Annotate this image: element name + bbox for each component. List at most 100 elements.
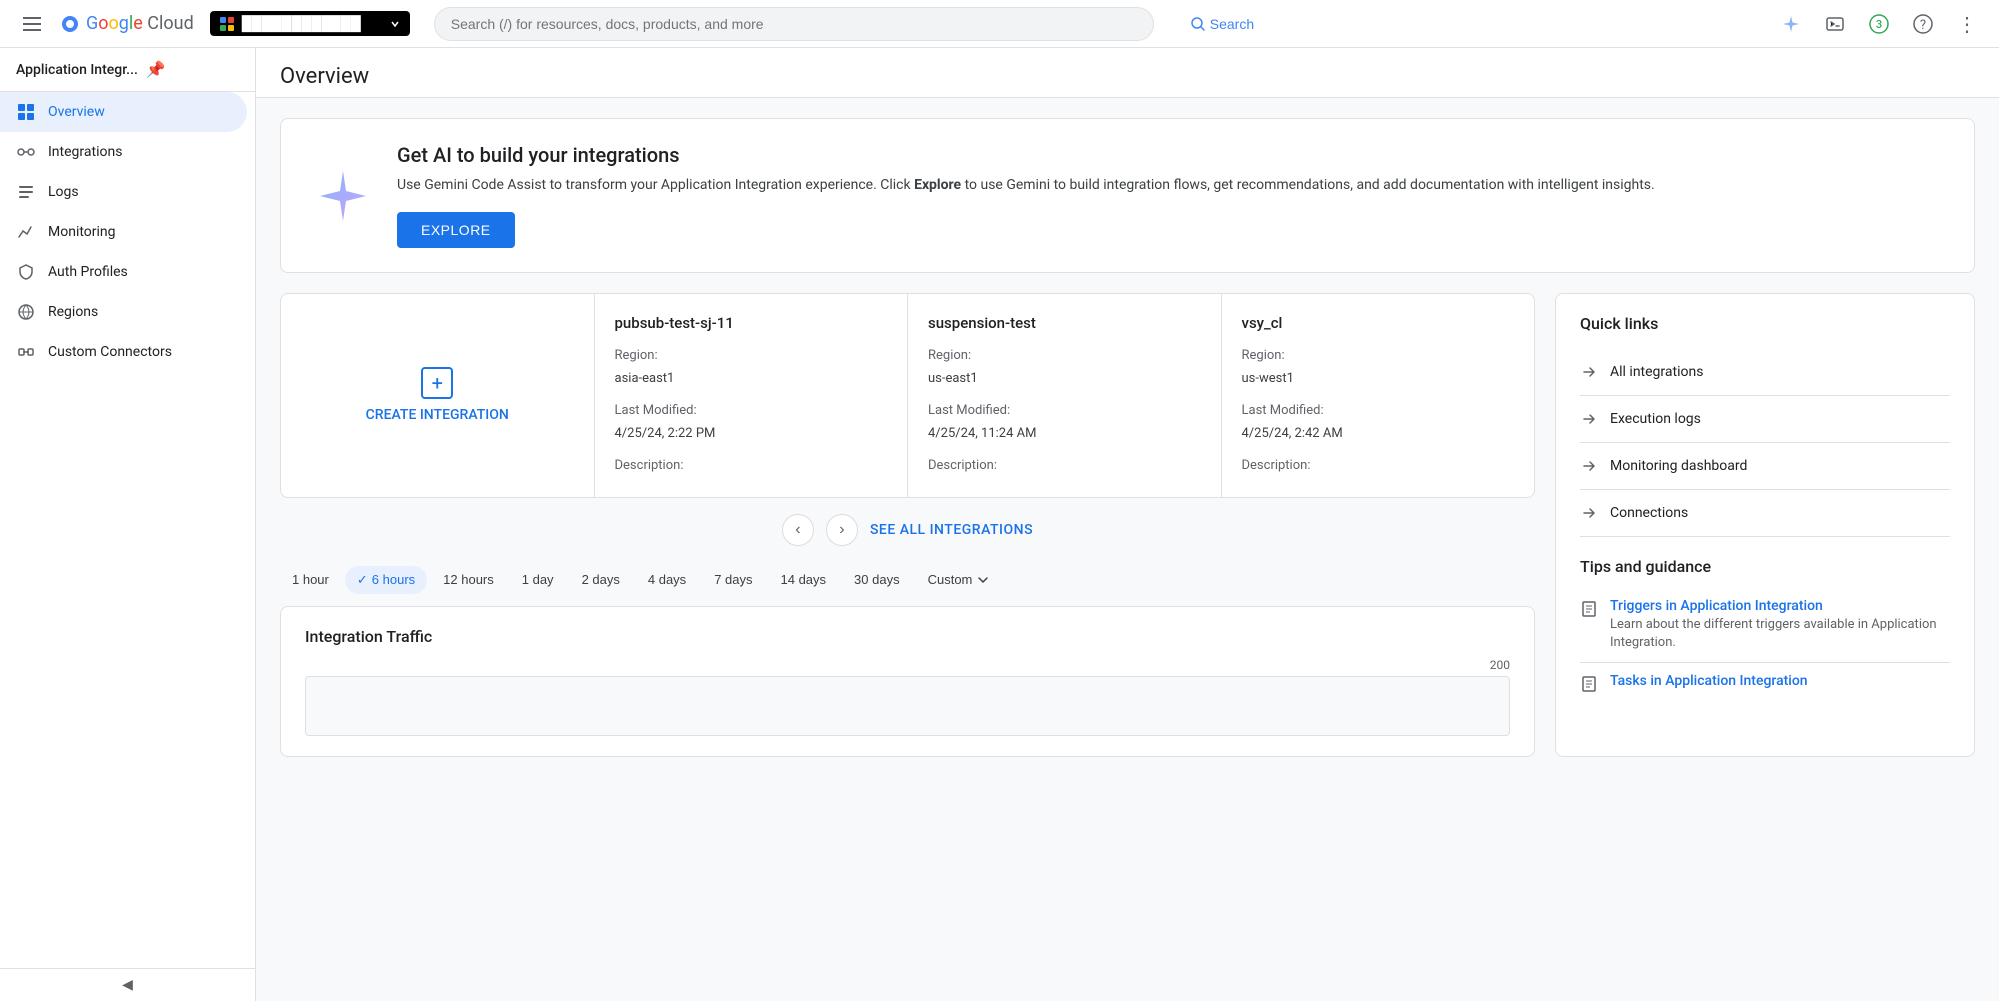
gemini-star-icon (313, 166, 373, 226)
sidebar-item-integrations[interactable]: Integrations (0, 132, 247, 172)
sidebar-item-overview[interactable]: Overview (0, 92, 247, 132)
sidebar-item-auth-profiles[interactable]: Auth Profiles (0, 252, 247, 292)
create-integration-label: CREATE INTEGRATION (366, 407, 509, 423)
svg-text:3: 3 (1876, 18, 1882, 31)
time-filter-12hours[interactable]: 12 hours (431, 566, 506, 593)
arrow-right-icon-1 (1580, 410, 1598, 428)
help-icon: ? (1913, 14, 1933, 34)
menu-icon[interactable] (12, 4, 52, 44)
integration-title-1: suspension-test (928, 314, 1201, 332)
svg-text:?: ? (1920, 18, 1926, 33)
time-filter-30days[interactable]: 30 days (842, 566, 912, 593)
topbar-right: 3 ? ⋮ (1771, 4, 1987, 44)
integrations-label: Integrations (48, 144, 122, 160)
auth-profiles-icon (16, 262, 36, 282)
next-page-button[interactable]: › (826, 514, 858, 546)
page-title: Overview (280, 64, 369, 89)
quick-links-title: Quick links (1580, 314, 1950, 333)
regions-icon (16, 302, 36, 322)
search-icon (1190, 16, 1206, 32)
integration-meta-2: Region:us-west1 Last Modified:4/25/24, 2… (1242, 344, 1515, 477)
more-menu-button[interactable]: ⋮ (1947, 4, 1987, 44)
time-filter-1hour[interactable]: 1 hour (280, 566, 341, 593)
quick-link-execution-logs[interactable]: Execution logs (1580, 396, 1950, 443)
terminal-button[interactable] (1815, 4, 1855, 44)
notifications-icon: 3 (1869, 14, 1889, 34)
see-all-integrations-link[interactable]: SEE ALL INTEGRATIONS (870, 522, 1033, 538)
logo-text: Google Cloud (86, 13, 194, 34)
sidebar-header: Application Integr... 📌 (0, 48, 255, 92)
create-integration-icon: + (421, 367, 453, 399)
document-icon-0 (1580, 600, 1598, 652)
google-cloud-logo[interactable]: Google Cloud (60, 13, 194, 34)
tip-item-0[interactable]: Triggers in Application Integration Lear… (1580, 588, 1950, 663)
gemini-button[interactable] (1771, 4, 1811, 44)
custom-connectors-label: Custom Connectors (48, 344, 172, 360)
arrow-right-icon-2 (1580, 457, 1598, 475)
logs-label: Logs (48, 184, 79, 200)
arrow-right-icon-0 (1580, 363, 1598, 381)
time-filter-4days[interactable]: 4 days (636, 566, 698, 593)
time-filter-custom[interactable]: Custom (916, 566, 1003, 593)
cards-section: + CREATE INTEGRATION pubsub-test-sj-11 R… (280, 293, 1535, 757)
overview-label: Overview (48, 104, 105, 120)
integration-title-2: vsy_cl (1242, 314, 1515, 332)
regions-label: Regions (48, 304, 98, 320)
sidebar: Application Integr... 📌 Overview (0, 48, 256, 1001)
prev-page-button[interactable]: ‹ (782, 514, 814, 546)
quick-link-monitoring-dashboard[interactable]: Monitoring dashboard (1580, 443, 1950, 490)
integrations-icon (16, 142, 36, 162)
integration-cards-row: + CREATE INTEGRATION pubsub-test-sj-11 R… (280, 293, 1535, 498)
notifications-button[interactable]: 3 (1859, 4, 1899, 44)
quick-link-all-integrations[interactable]: All integrations (1580, 349, 1950, 396)
sidebar-collapse-button[interactable]: ◀ (0, 968, 255, 1001)
traffic-chart (305, 676, 1510, 736)
quick-links-panel: Quick links All integrations Execution l… (1555, 293, 1975, 757)
sidebar-app-title: Application Integr... (16, 62, 138, 78)
content-inner: Get AI to build your integrations Use Ge… (256, 98, 1999, 797)
tips-title: Tips and guidance (1580, 557, 1950, 576)
time-filter-2days[interactable]: 2 days (570, 566, 632, 593)
ai-banner-content: Get AI to build your integrations Use Ge… (397, 143, 1655, 248)
main-layout: Application Integr... 📌 Overview (0, 48, 1999, 1001)
time-filter-6hours[interactable]: ✓ 6 hours (345, 566, 427, 594)
integration-title-0: pubsub-test-sj-11 (615, 314, 888, 332)
time-filter-1day[interactable]: 1 day (510, 566, 566, 593)
create-integration-card[interactable]: + CREATE INTEGRATION (281, 294, 595, 497)
content-area: Overview Get (256, 48, 1999, 1001)
ai-banner-heading: Get AI to build your integrations (397, 143, 1655, 167)
time-filters: 1 hour ✓ 6 hours 12 hours 1 day (280, 554, 1535, 606)
tip-content-0: Triggers in Application Integration Lear… (1610, 598, 1950, 652)
sidebar-item-logs[interactable]: Logs (0, 172, 247, 212)
sidebar-item-regions[interactable]: Regions (0, 292, 247, 332)
collapse-icon: ◀ (122, 977, 133, 993)
chart-max-label: 200 (1490, 658, 1510, 672)
terminal-icon (1825, 14, 1845, 34)
explore-button[interactable]: EXPLORE (397, 212, 515, 248)
logs-icon (16, 182, 36, 202)
project-selector[interactable]: ████████████ (210, 11, 410, 36)
integration-card-1[interactable]: suspension-test Region:us-east1 Last Mod… (908, 294, 1222, 497)
monitoring-label: Monitoring (48, 224, 116, 240)
quick-link-connections[interactable]: Connections (1580, 490, 1950, 537)
page-header: Overview (256, 48, 1999, 98)
integration-card-0[interactable]: pubsub-test-sj-11 Region:asia-east1 Last… (595, 294, 909, 497)
help-button[interactable]: ? (1903, 4, 1943, 44)
search-bar (434, 7, 1154, 41)
pin-icon[interactable]: 📌 (146, 60, 166, 79)
star-icon (1781, 14, 1801, 34)
auth-profiles-label: Auth Profiles (48, 264, 128, 280)
time-filter-7days[interactable]: 7 days (702, 566, 764, 593)
sidebar-item-custom-connectors[interactable]: Custom Connectors (0, 332, 247, 372)
ai-banner-description: Use Gemini Code Assist to transform your… (397, 175, 1655, 196)
sidebar-item-monitoring[interactable]: Monitoring (0, 212, 247, 252)
dropdown-icon (390, 19, 400, 29)
overview-icon (16, 102, 36, 122)
time-filter-14days[interactable]: 14 days (769, 566, 839, 593)
search-input[interactable] (434, 7, 1154, 41)
integration-card-2[interactable]: vsy_cl Region:us-west1 Last Modified:4/2… (1222, 294, 1535, 497)
search-button[interactable]: Search (1178, 10, 1266, 38)
traffic-title: Integration Traffic (305, 627, 1510, 646)
tip-item-1[interactable]: Tasks in Application Integration (1580, 663, 1950, 708)
monitoring-icon (16, 222, 36, 242)
